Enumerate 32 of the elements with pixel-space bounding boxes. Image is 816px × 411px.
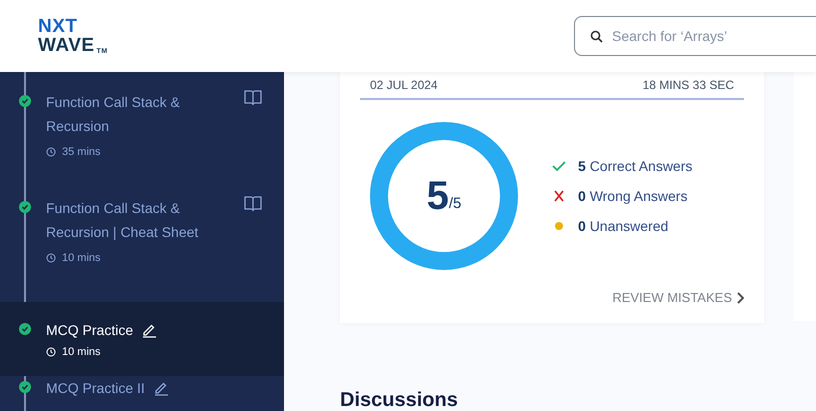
dot-icon xyxy=(552,220,566,232)
discussions-heading: Discussions xyxy=(340,389,459,411)
result-text: 0 Unanswered xyxy=(578,218,668,234)
review-mistakes-link[interactable]: REVIEW MISTAKES xyxy=(612,290,744,305)
lesson-duration: 10 mins xyxy=(62,252,101,264)
search-icon xyxy=(590,30,603,43)
lesson-item[interactable]: MCQ Practice II xyxy=(0,376,284,411)
book-icon[interactable] xyxy=(244,90,262,106)
check-icon xyxy=(552,160,566,172)
chevron-icon xyxy=(736,292,744,304)
search-field[interactable]: Search for ‘Arrays’ xyxy=(574,16,816,56)
clock-icon xyxy=(46,347,56,357)
result-text: 0 Wrong Answers xyxy=(578,188,688,204)
result-text: 5 Correct Answers xyxy=(578,158,692,174)
lesson-item[interactable]: Function Call Stack & Recursion | Cheat Sheet 10 mins xyxy=(0,196,284,302)
lesson-title: MCQ Practice II xyxy=(46,379,145,398)
score-total: /5 xyxy=(448,194,462,212)
lesson-title: Function Call Stack & Recursion xyxy=(46,93,181,136)
score-value: 5 xyxy=(426,174,449,218)
lesson-duration: 10 mins xyxy=(62,346,101,358)
clock-icon xyxy=(46,253,56,263)
cross-icon xyxy=(552,190,566,202)
lesson-item[interactable]: Function Call Stack & Recursion 35 mins xyxy=(0,90,284,196)
attempt-date: 02 JUL 2024 xyxy=(370,78,438,92)
lesson-title: MCQ Practice xyxy=(46,321,134,340)
book-icon[interactable] xyxy=(244,196,262,212)
lesson-duration: 35 mins xyxy=(62,146,101,158)
lesson-item[interactable]: MCQ Practice 10 mins xyxy=(0,302,284,376)
pencil-icon[interactable] xyxy=(141,322,158,338)
lesson-title: Function Call Stack & Recursion | Cheat Sheet xyxy=(46,199,200,242)
attempt-time: 18 MINS 33 SEC xyxy=(642,78,734,92)
clock-icon xyxy=(46,147,56,157)
